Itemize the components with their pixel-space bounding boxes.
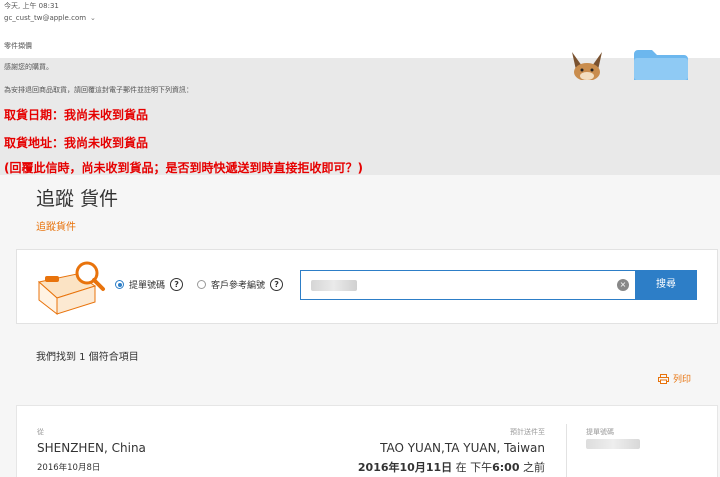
origin-city: SHENZHEN, China (37, 441, 146, 455)
result-count: 我們找到 1 個符合項目 (36, 352, 139, 363)
eta-time: 6:00 (492, 461, 520, 474)
email-body: 感謝您的購買。 為安排退回商品取貨，請回覆這封電子郵件並註明下列資訊： 取貨日期… (0, 58, 720, 175)
eta-mid: 在 下午 (452, 461, 493, 474)
email-time: 今天, 上午 08:31 (4, 2, 59, 10)
email-sender[interactable]: gc_cust_tw@apple.com ⌄ (4, 12, 96, 24)
pickup-address-line: 取貨地址：我尚未收到貨品 (4, 136, 149, 150)
eta-end: 之前 (519, 461, 545, 474)
email-header: 今天, 上午 08:31 gc_cust_tw@apple.com ⌄ (4, 0, 96, 24)
radio-waybill[interactable] (115, 280, 124, 289)
search-panel: 提單號碼 ? 客戶參考編號 ? × 搜尋 (16, 249, 718, 324)
redacted-tracking-number (311, 280, 357, 291)
sender-address[interactable]: gc_cust_tw@apple.com (4, 12, 86, 24)
divider (566, 424, 567, 477)
question-line: (回覆此信時，尚未收到貨品；是否到時快遞送到時直接拒收即可？) (4, 161, 363, 175)
radio-reference-label[interactable]: 客戶參考編號 (211, 278, 265, 291)
printer-icon[interactable] (658, 373, 669, 384)
origin-label: 從 (37, 428, 44, 436)
redacted-tracking-value (586, 439, 640, 449)
email-subject: 零件擷價 (4, 42, 32, 50)
clear-icon[interactable]: × (617, 279, 629, 291)
page-title: 追蹤 貨件 (36, 188, 119, 210)
estimated-delivery: 2016年10月11日 在 下午6:00 之前 (358, 459, 545, 475)
destination-city: TAO YUAN,TA YUAN, Taiwan (380, 441, 545, 455)
tracking-number-label: 提單號碼 (586, 428, 614, 436)
eta-date: 2016年10月11日 (357, 461, 453, 474)
radio-waybill-option[interactable]: 提單號碼 ? (115, 278, 184, 291)
breadcrumb[interactable]: 追蹤貨件 (36, 218, 76, 233)
chevron-down-icon[interactable]: ⌄ (90, 12, 96, 24)
email-thanks: 感謝您的購買。 (4, 63, 53, 71)
package-search-icon (37, 261, 105, 316)
pickup-date-line: 取貨日期：我尚未收到貨品 (4, 108, 149, 122)
fox-avatar-icon (572, 52, 602, 80)
tracking-number-field[interactable]: × (300, 270, 636, 300)
help-icon[interactable]: ? (170, 278, 184, 291)
eta-label: 預計送件至 (510, 428, 545, 436)
shipment-result-card[interactable]: 從 SHENZHEN, China 2016年10月8日 預計送件至 TAO Y… (16, 405, 718, 477)
radio-waybill-label[interactable]: 提單號碼 (129, 278, 165, 291)
print-label[interactable]: 列印 (673, 372, 691, 385)
email-instructions: 為安排退回商品取貨，請回覆這封電子郵件並註明下列資訊： (4, 86, 193, 94)
print-button[interactable]: 列印 (658, 372, 691, 385)
help-icon[interactable]: ? (270, 278, 284, 291)
radio-reference-option[interactable]: 客戶參考編號 ? (197, 278, 284, 291)
ship-date: 2016年10月8日 (37, 463, 101, 473)
folder-icon[interactable] (632, 48, 690, 80)
search-button[interactable]: 搜尋 (635, 270, 697, 300)
radio-reference[interactable] (197, 280, 206, 289)
